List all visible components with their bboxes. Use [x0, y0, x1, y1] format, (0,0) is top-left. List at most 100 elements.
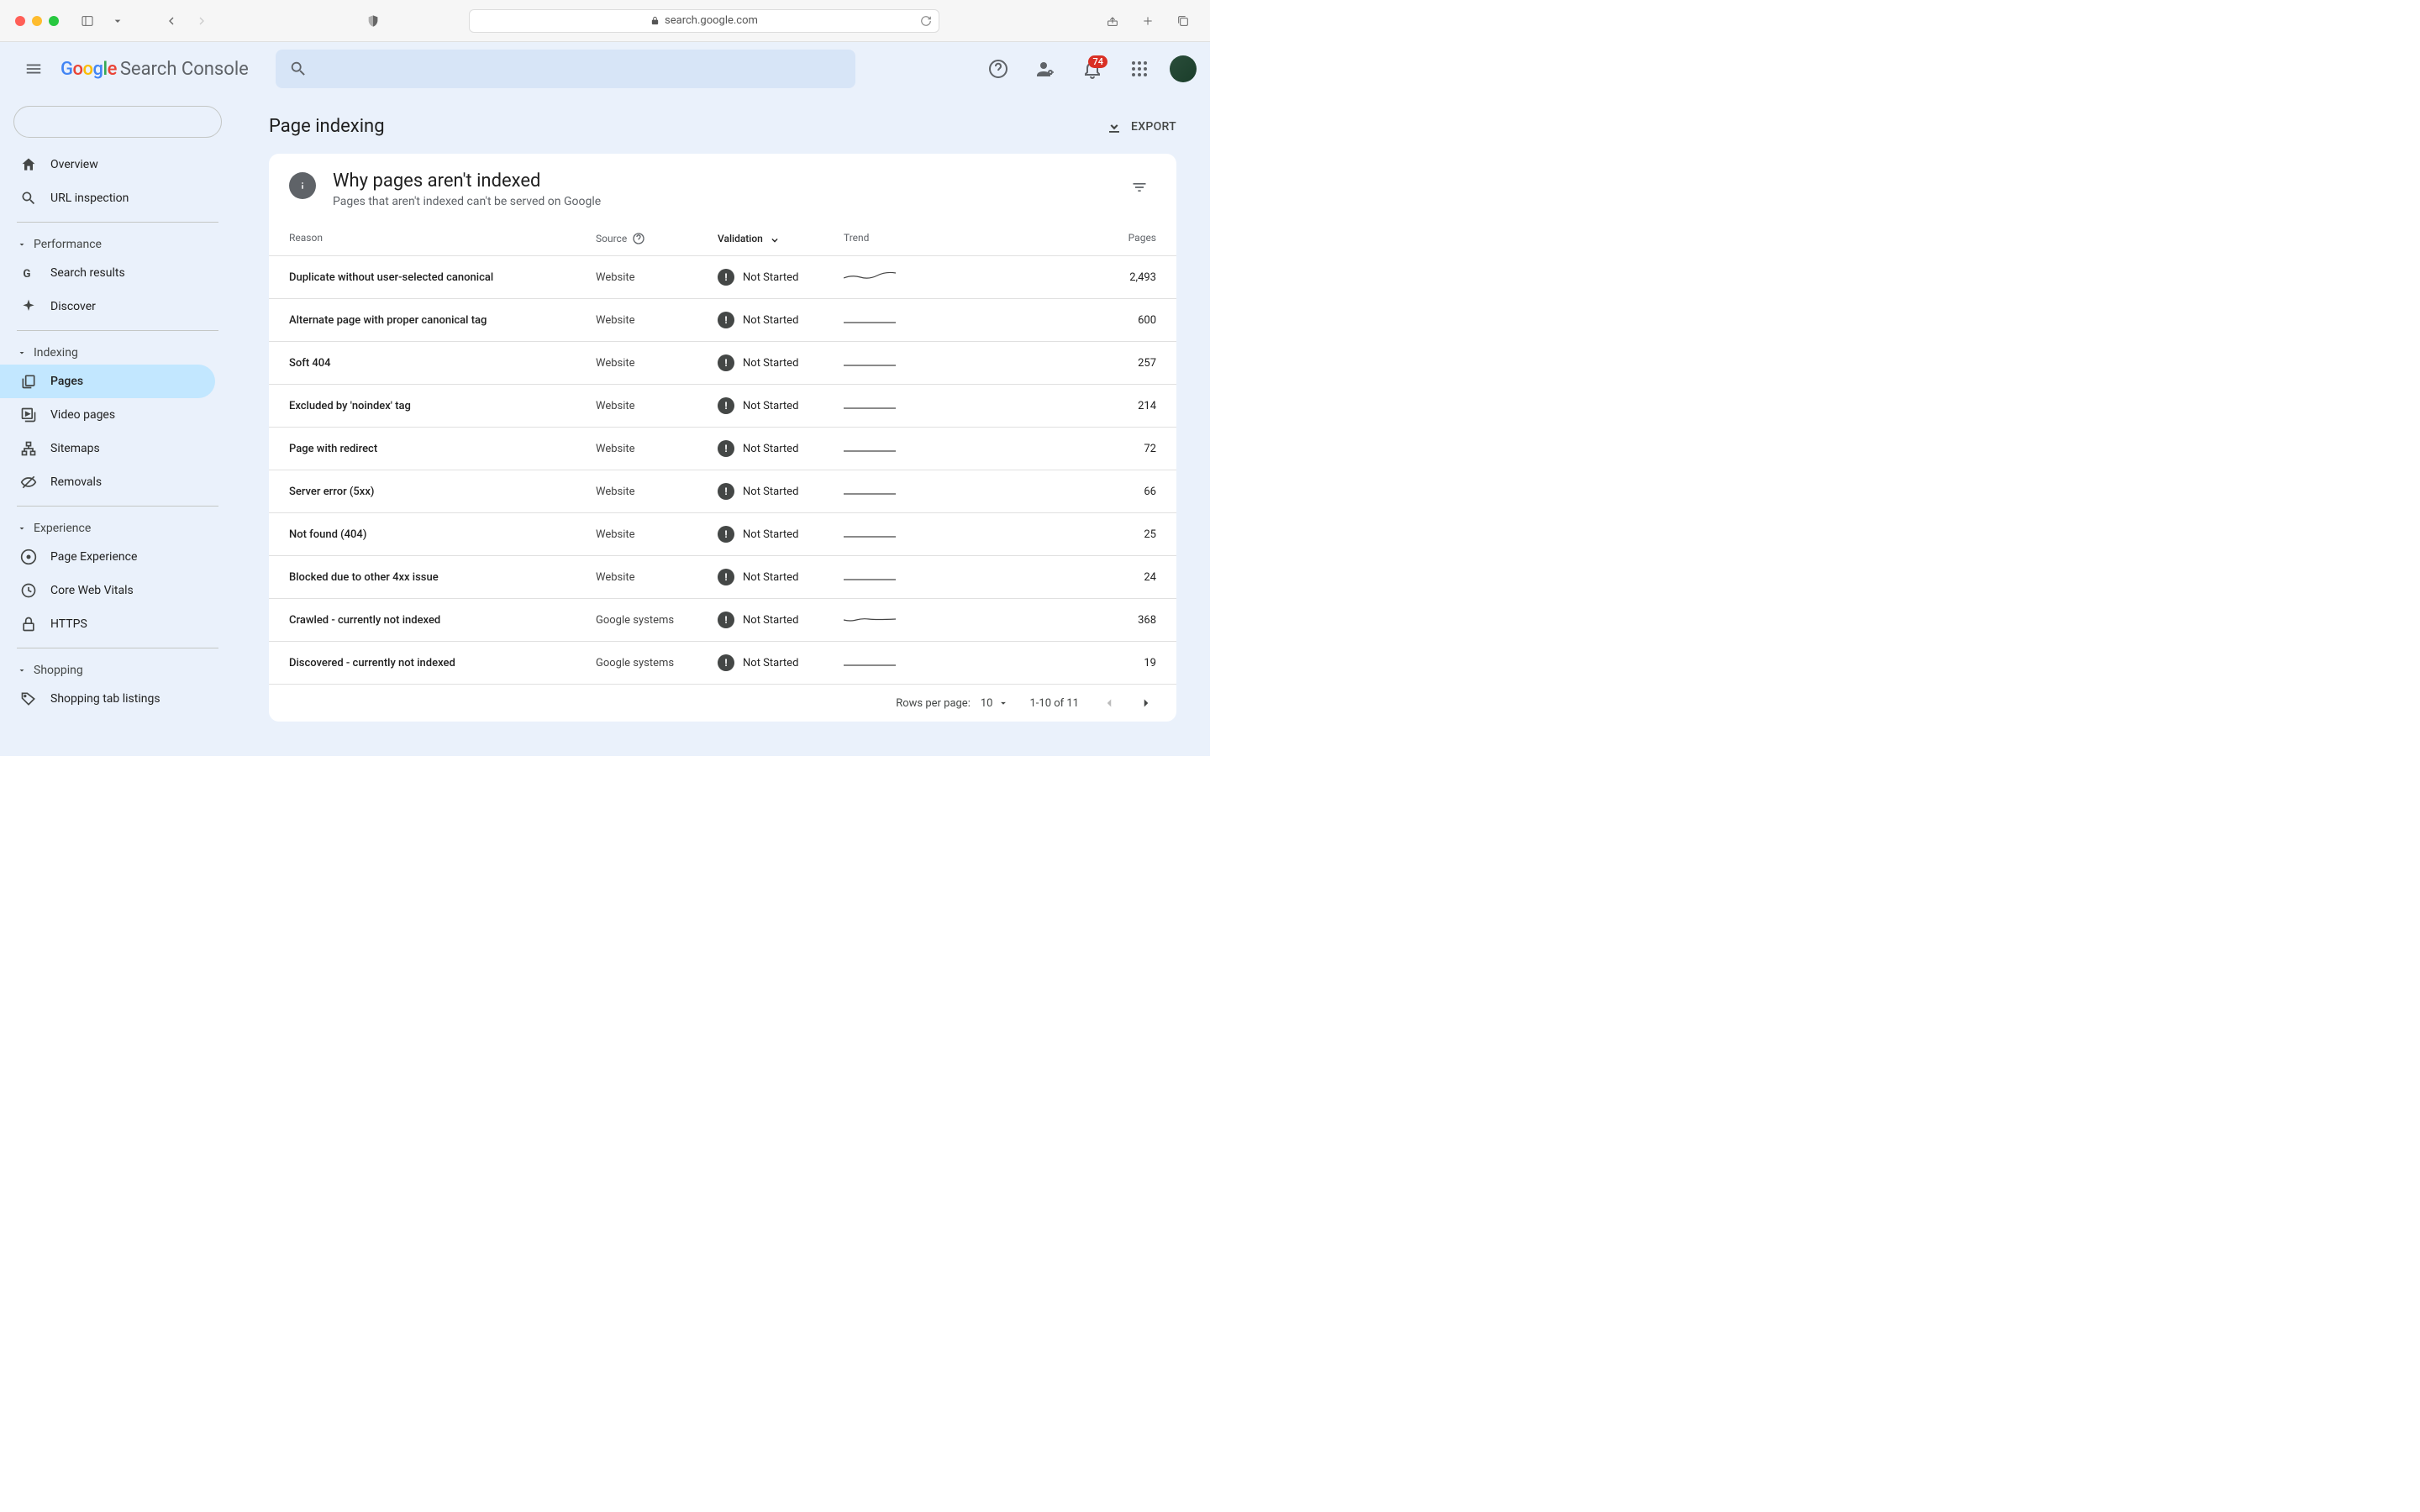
rows-per-page-select[interactable]: 10 [981, 697, 1010, 710]
back-button[interactable] [160, 9, 183, 33]
status-icon: ! [718, 397, 734, 414]
cell-reason: Excluded by 'noindex' tag [289, 400, 596, 412]
maximize-window-button[interactable] [49, 16, 59, 26]
g-icon: G [20, 265, 37, 281]
filter-button[interactable] [1123, 171, 1156, 204]
sidebar-section-experience[interactable]: Experience [0, 513, 235, 540]
sidebar-toggle-icon[interactable] [76, 9, 99, 33]
cell-reason: Crawled - currently not indexed [289, 614, 596, 627]
table-row[interactable]: Page with redirectWebsite!Not Started72 [269, 428, 1176, 470]
minimize-window-button[interactable] [32, 16, 42, 26]
apps-button[interactable] [1123, 52, 1156, 86]
traffic-lights [15, 16, 59, 26]
page-title: Page indexing [269, 116, 385, 137]
validation-text: Not Started [743, 443, 798, 455]
table-row[interactable]: Excluded by 'noindex' tagWebsite!Not Sta… [269, 385, 1176, 428]
cell-pages: 25 [944, 528, 1156, 541]
property-selector[interactable] [13, 106, 222, 138]
validation-text: Not Started [743, 314, 798, 327]
sidebar-item-url-inspection[interactable]: URL inspection [0, 181, 215, 215]
users-button[interactable] [1028, 52, 1062, 86]
table-row[interactable]: Not found (404)Website!Not Started25 [269, 513, 1176, 556]
url-bar[interactable]: search.google.com [469, 9, 939, 33]
close-window-button[interactable] [15, 16, 25, 26]
sidebar-item-removals[interactable]: Removals [0, 465, 215, 499]
export-button[interactable]: EXPORT [1106, 118, 1176, 135]
cell-source: Website [596, 571, 718, 584]
cell-trend [844, 396, 944, 415]
header-reason[interactable]: Reason [289, 232, 596, 245]
cell-reason: Discovered - currently not indexed [289, 657, 596, 669]
search-input[interactable] [276, 50, 855, 88]
experience-icon [20, 549, 37, 565]
notifications-button[interactable]: 74 [1076, 52, 1109, 86]
refresh-icon[interactable] [920, 15, 932, 27]
next-page-button[interactable] [1136, 693, 1156, 713]
header-pages[interactable]: Pages [944, 232, 1156, 245]
sidebar-section-shopping[interactable]: Shopping [0, 655, 235, 682]
discover-icon [20, 298, 37, 315]
status-icon: ! [718, 483, 734, 500]
chevron-down-icon[interactable] [106, 9, 129, 33]
sidebar-item-core-web-vitals[interactable]: Core Web Vitals [0, 574, 215, 607]
shield-icon[interactable] [361, 9, 385, 33]
table-row[interactable]: Blocked due to other 4xx issueWebsite!No… [269, 556, 1176, 599]
sidebar-item-search-results[interactable]: G Search results [0, 256, 215, 290]
forward-button[interactable] [190, 9, 213, 33]
notification-badge: 74 [1088, 55, 1107, 68]
table-row[interactable]: Soft 404Website!Not Started257 [269, 342, 1176, 385]
sidebar-item-pages[interactable]: Pages [0, 365, 215, 398]
share-icon[interactable] [1101, 9, 1124, 33]
header-validation[interactable]: Validation [718, 232, 844, 245]
sidebar-item-sitemaps[interactable]: Sitemaps [0, 432, 215, 465]
logo[interactable]: Google Search Console [60, 59, 249, 80]
card-header: Why pages aren't indexed Pages that aren… [269, 154, 1176, 222]
app-header: Google Search Console 74 [0, 42, 1210, 96]
home-icon [20, 156, 37, 173]
cell-trend [844, 525, 944, 543]
menu-button[interactable] [13, 49, 54, 89]
sidebar-section-indexing[interactable]: Indexing [0, 338, 235, 365]
section-label: Indexing [34, 346, 78, 360]
sitemap-icon [20, 440, 37, 457]
sidebar-item-label: Pages [50, 375, 83, 388]
section-label: Performance [34, 238, 102, 251]
help-icon[interactable] [632, 232, 645, 245]
sidebar-item-https[interactable]: HTTPS [0, 607, 215, 641]
vitals-icon [20, 582, 37, 599]
sidebar-item-shopping-tab[interactable]: Shopping tab listings [0, 682, 215, 716]
sidebar: Overview URL inspection Performance G Se… [0, 96, 235, 756]
table-row[interactable]: Crawled - currently not indexedGoogle sy… [269, 599, 1176, 642]
table-row[interactable]: Alternate page with proper canonical tag… [269, 299, 1176, 342]
cell-trend [844, 568, 944, 586]
prev-page-button[interactable] [1099, 693, 1119, 713]
reasons-table: Reason Source Validation Trend Pages Dup… [269, 222, 1176, 685]
header-trend[interactable]: Trend [844, 232, 944, 245]
card-title: Why pages aren't indexed [333, 171, 1106, 192]
sidebar-item-label: Sitemaps [50, 442, 100, 455]
avatar[interactable] [1170, 55, 1197, 82]
header-source[interactable]: Source [596, 232, 718, 245]
table-row[interactable]: Duplicate without user-selected canonica… [269, 256, 1176, 299]
sidebar-item-label: Discover [50, 300, 96, 313]
sidebar-item-overview[interactable]: Overview [0, 148, 215, 181]
main-content: Page indexing EXPORT Why pages aren't in… [235, 96, 1210, 756]
cell-source: Google systems [596, 614, 718, 627]
tabs-icon[interactable] [1171, 9, 1195, 33]
sidebar-item-video-pages[interactable]: Video pages [0, 398, 215, 432]
cell-source: Website [596, 357, 718, 370]
cell-validation: !Not Started [718, 654, 844, 671]
search-icon [20, 190, 37, 207]
pages-icon [20, 373, 37, 390]
sidebar-section-performance[interactable]: Performance [0, 229, 235, 256]
product-name: Search Console [120, 59, 249, 80]
sidebar-item-page-experience[interactable]: Page Experience [0, 540, 215, 574]
search-icon [289, 60, 308, 78]
section-label: Experience [34, 522, 91, 535]
sidebar-item-discover[interactable]: Discover [0, 290, 215, 323]
table-row[interactable]: Discovered - currently not indexedGoogle… [269, 642, 1176, 685]
table-row[interactable]: Server error (5xx)Website!Not Started66 [269, 470, 1176, 513]
help-button[interactable] [981, 52, 1015, 86]
new-tab-icon[interactable] [1136, 9, 1160, 33]
cell-pages: 257 [944, 357, 1156, 370]
